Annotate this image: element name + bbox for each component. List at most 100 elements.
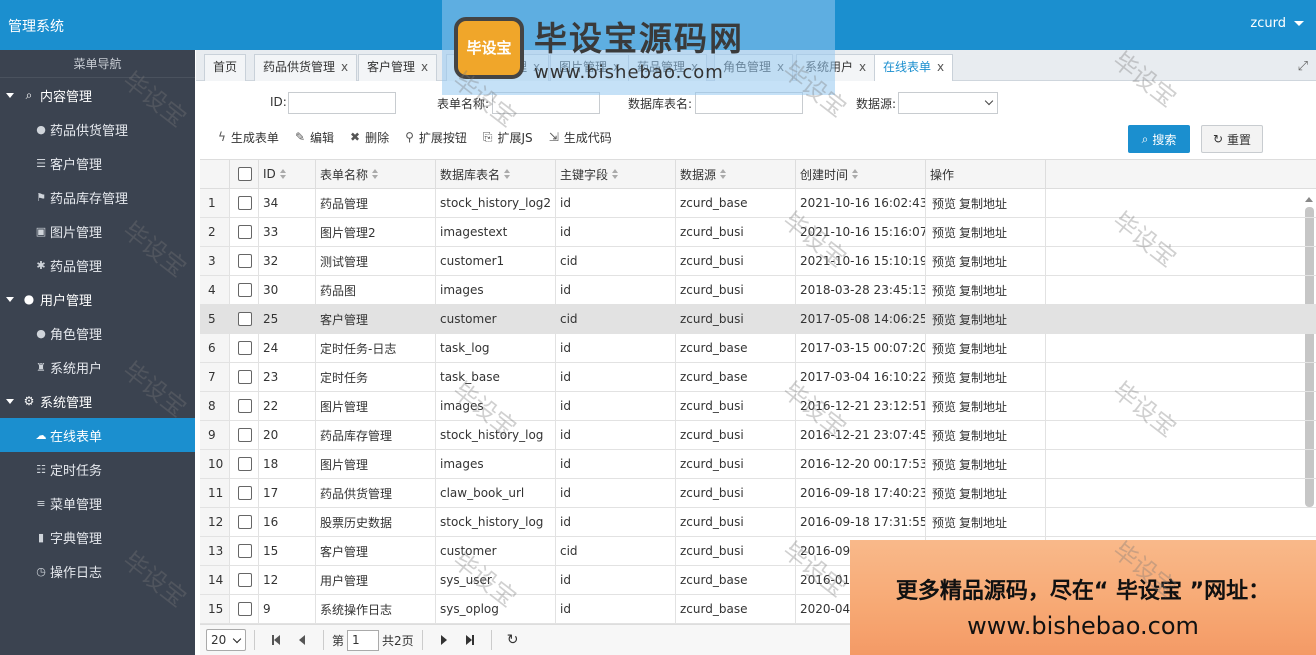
sidebar-group-0[interactable]: ⌕ 内容管理 bbox=[0, 78, 195, 112]
copy-address-link[interactable]: 复制地址 bbox=[959, 485, 1007, 502]
preview-link[interactable]: 预览 bbox=[932, 514, 956, 531]
user-menu[interactable]: zcurd bbox=[1250, 16, 1304, 31]
fullscreen-icon[interactable]: ⤢ bbox=[1298, 59, 1308, 74]
last-page-icon[interactable] bbox=[463, 633, 477, 647]
sidebar-item-1-0[interactable]: ● 角色管理 bbox=[0, 316, 195, 350]
edit-button[interactable]: ✎ 编辑 bbox=[295, 129, 334, 146]
copy-address-link[interactable]: 复制地址 bbox=[959, 282, 1007, 299]
header-cell-pk[interactable]: 主键字段 bbox=[556, 160, 676, 188]
row-checkbox[interactable] bbox=[238, 225, 252, 239]
form-name-input[interactable] bbox=[492, 92, 600, 114]
cell-act[interactable]: 预览复制地址 bbox=[926, 305, 1046, 333]
copy-address-link[interactable]: 复制地址 bbox=[959, 514, 1007, 531]
cell-act[interactable]: 预览复制地址 bbox=[926, 276, 1046, 304]
reset-button[interactable]: ↻ 重置 bbox=[1201, 125, 1263, 153]
row-checkbox[interactable] bbox=[238, 573, 252, 587]
header-cell-time[interactable]: 创建时间 bbox=[796, 160, 926, 188]
table-row[interactable]: 1 34 药品管理 stock_history_log2 id zcurd_base 202… bbox=[200, 189, 1316, 218]
table-row[interactable]: 10 18 图片管理 images id zcurd_busi 2016-12-20 00:… bbox=[200, 450, 1316, 479]
table-row[interactable]: 3 32 测试管理 customer1 cid zcurd_busi 2021-10-16 … bbox=[200, 247, 1316, 276]
preview-link[interactable]: 预览 bbox=[932, 427, 956, 444]
cell-chk[interactable] bbox=[230, 189, 259, 217]
cell-act[interactable]: 预览复制地址 bbox=[926, 392, 1046, 420]
preview-link[interactable]: 预览 bbox=[932, 456, 956, 473]
copy-address-link[interactable]: 复制地址 bbox=[959, 427, 1007, 444]
table-row[interactable]: 2 33 图片管理2 imagestext id zcurd_busi 2021-10-16… bbox=[200, 218, 1316, 247]
sidebar-group-1[interactable]: ● 用户管理 bbox=[0, 282, 195, 316]
row-checkbox[interactable] bbox=[238, 196, 252, 210]
row-checkbox[interactable] bbox=[238, 428, 252, 442]
cell-chk[interactable] bbox=[230, 334, 259, 362]
copy-address-link[interactable]: 复制地址 bbox=[959, 369, 1007, 386]
sidebar-item-0-3[interactable]: ▣ 图片管理 bbox=[0, 214, 195, 248]
table-row[interactable]: 12 16 股票历史数据 stock_history_log id zcurd_busi 2… bbox=[200, 508, 1316, 537]
cell-act[interactable]: 预览复制地址 bbox=[926, 247, 1046, 275]
copy-address-link[interactable]: 复制地址 bbox=[959, 253, 1007, 270]
row-checkbox[interactable] bbox=[238, 602, 252, 616]
copy-address-link[interactable]: 复制地址 bbox=[959, 398, 1007, 415]
cell-act[interactable]: 预览复制地址 bbox=[926, 189, 1046, 217]
sort-icon[interactable] bbox=[720, 169, 727, 179]
cell-chk[interactable] bbox=[230, 218, 259, 246]
cell-act[interactable]: 预览复制地址 bbox=[926, 508, 1046, 536]
tab-1[interactable]: 药品供货管理 x bbox=[254, 54, 358, 81]
sort-icon[interactable] bbox=[612, 169, 619, 179]
cell-act[interactable]: 预览复制地址 bbox=[926, 421, 1046, 449]
caret-down-icon[interactable] bbox=[1294, 21, 1304, 26]
generate-code-button[interactable]: ⇲ 生成代码 bbox=[549, 129, 612, 146]
prev-page-icon[interactable] bbox=[295, 633, 309, 647]
tab-2[interactable]: 客户管理 x bbox=[358, 54, 438, 81]
row-checkbox[interactable] bbox=[238, 486, 252, 500]
copy-address-link[interactable]: 复制地址 bbox=[959, 340, 1007, 357]
table-row[interactable]: 8 22 图片管理 images id zcurd_busi 2016-12-21 23:1… bbox=[200, 392, 1316, 421]
row-checkbox[interactable] bbox=[238, 254, 252, 268]
preview-link[interactable]: 预览 bbox=[932, 485, 956, 502]
row-checkbox[interactable] bbox=[238, 457, 252, 471]
row-checkbox[interactable] bbox=[238, 399, 252, 413]
sidebar-item-2-2[interactable]: ≡ 菜单管理 bbox=[0, 486, 195, 520]
extend-button-button[interactable]: ⚲ 扩展按钮 bbox=[405, 129, 467, 146]
header-cell-act[interactable]: 操作 bbox=[926, 160, 1046, 188]
cell-chk[interactable] bbox=[230, 537, 259, 565]
row-checkbox[interactable] bbox=[238, 341, 252, 355]
sidebar-group-2[interactable]: ⚙ 系统管理 bbox=[0, 384, 195, 418]
cell-act[interactable]: 预览复制地址 bbox=[926, 218, 1046, 246]
sort-icon[interactable] bbox=[852, 169, 859, 179]
cell-chk[interactable] bbox=[230, 479, 259, 507]
header-cell-table[interactable]: 数据库表名 bbox=[436, 160, 556, 188]
tab-8[interactable]: 在线表单 x bbox=[874, 54, 954, 82]
cell-chk[interactable] bbox=[230, 450, 259, 478]
preview-link[interactable]: 预览 bbox=[932, 311, 956, 328]
row-checkbox[interactable] bbox=[238, 370, 252, 384]
close-icon[interactable]: x bbox=[859, 60, 866, 74]
cell-act[interactable]: 预览复制地址 bbox=[926, 479, 1046, 507]
next-page-icon[interactable] bbox=[437, 633, 451, 647]
preview-link[interactable]: 预览 bbox=[932, 253, 956, 270]
close-icon[interactable]: x bbox=[937, 60, 944, 74]
table-row[interactable]: 11 17 药品供货管理 claw_book_url id zcurd_busi 2016-… bbox=[200, 479, 1316, 508]
table-row[interactable]: 5 25 客户管理 customer cid zcurd_busi 2017-05-08 1… bbox=[200, 305, 1316, 334]
cell-chk[interactable] bbox=[230, 595, 259, 623]
sidebar-item-0-2[interactable]: ⚑ 药品库存管理 bbox=[0, 180, 195, 214]
header-cell-chk[interactable] bbox=[230, 160, 259, 188]
sidebar-item-2-3[interactable]: ▮ 字典管理 bbox=[0, 520, 195, 554]
copy-address-link[interactable]: 复制地址 bbox=[959, 311, 1007, 328]
preview-link[interactable]: 预览 bbox=[932, 340, 956, 357]
sidebar-item-1-1[interactable]: ♜ 系统用户 bbox=[0, 350, 195, 384]
close-icon[interactable]: x bbox=[341, 60, 348, 74]
row-checkbox[interactable] bbox=[238, 312, 252, 326]
preview-link[interactable]: 预览 bbox=[932, 282, 956, 299]
table-row[interactable]: 7 23 定时任务 task_base id zcurd_base 2017-03-04 1… bbox=[200, 363, 1316, 392]
cell-chk[interactable] bbox=[230, 566, 259, 594]
id-input[interactable] bbox=[288, 92, 396, 114]
page-size-select[interactable]: 20 bbox=[206, 629, 246, 651]
table-row[interactable]: 4 30 药品图 images id zcurd_busi 2018-03-28 23:45… bbox=[200, 276, 1316, 305]
row-checkbox[interactable] bbox=[238, 283, 252, 297]
cell-chk[interactable] bbox=[230, 392, 259, 420]
table-row[interactable]: 9 20 药品库存管理 stock_history_log id zcurd_busi 20… bbox=[200, 421, 1316, 450]
sidebar-item-2-0[interactable]: ☁ 在线表单 bbox=[0, 418, 195, 452]
sort-icon[interactable] bbox=[279, 169, 286, 179]
create-form-button[interactable]: ϟ 生成表单 bbox=[218, 129, 279, 146]
close-icon[interactable]: x bbox=[421, 60, 428, 74]
sort-icon[interactable] bbox=[504, 169, 511, 179]
